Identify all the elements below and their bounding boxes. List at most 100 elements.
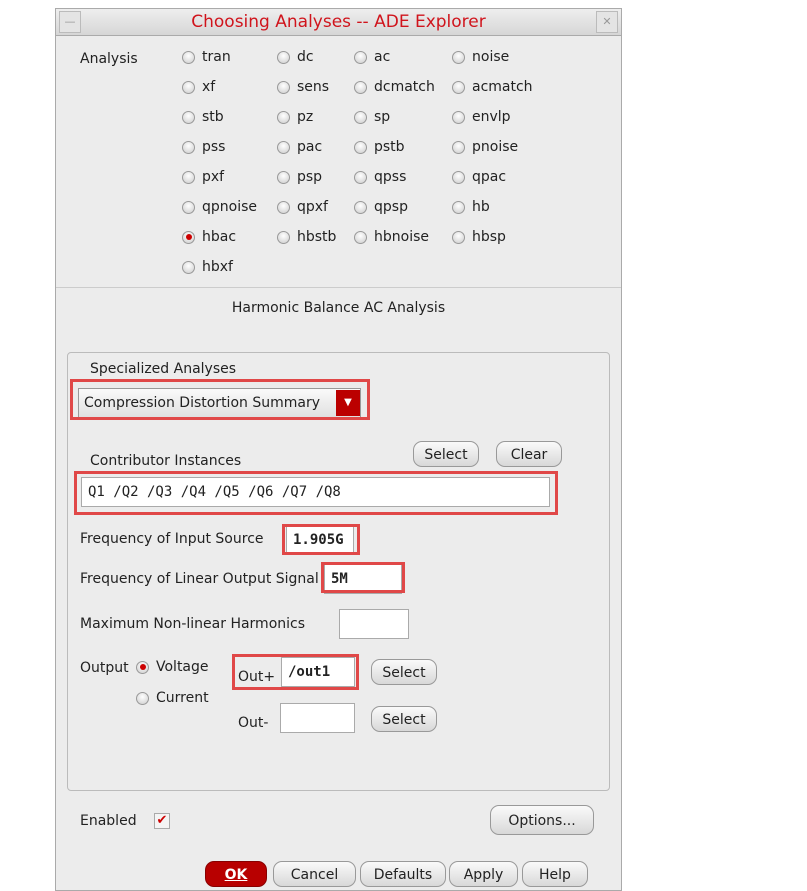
radio-icon — [277, 140, 290, 154]
radio-label: Current — [156, 690, 209, 706]
radio-label: pac — [297, 139, 323, 155]
radio-label: hbac — [202, 229, 237, 245]
radio-label: dc — [297, 49, 314, 65]
analysis-radio-pac[interactable]: pac — [277, 139, 322, 155]
radio-icon — [182, 50, 195, 64]
radio-icon — [182, 230, 195, 244]
analysis-radio-sp[interactable]: sp — [354, 109, 390, 125]
analysis-radio-pz[interactable]: pz — [277, 109, 313, 125]
close-icon[interactable]: ✕ — [596, 11, 618, 33]
output-label: Output — [80, 660, 129, 676]
analysis-radio-psp[interactable]: psp — [277, 169, 322, 185]
radio-label: sp — [374, 109, 391, 125]
radio-label: hb — [472, 199, 490, 215]
analysis-radio-noise[interactable]: noise — [452, 49, 509, 65]
radio-label: qpss — [374, 169, 407, 185]
analysis-radio-hbxf[interactable]: hbxf — [182, 259, 233, 275]
radio-label: hbsp — [472, 229, 506, 245]
radio-label: hbxf — [202, 259, 233, 275]
analysis-radio-xf[interactable]: xf — [182, 79, 215, 95]
options-button[interactable]: Options... — [490, 805, 594, 835]
radio-label: pz — [297, 109, 314, 125]
analysis-radio-qpxf[interactable]: qpxf — [277, 199, 328, 215]
analysis-radio-envlp[interactable]: envlp — [452, 109, 511, 125]
radio-icon — [136, 660, 149, 674]
help-button[interactable]: Help — [522, 861, 588, 887]
analysis-radio-sens[interactable]: sens — [277, 79, 329, 95]
radio-icon — [354, 50, 367, 64]
analysis-radio-hbsp[interactable]: hbsp — [452, 229, 506, 245]
analysis-radio-pss[interactable]: pss — [182, 139, 225, 155]
analysis-radio-tran[interactable]: tran — [182, 49, 231, 65]
radio-icon — [277, 170, 290, 184]
out-plus-select-button[interactable]: Select — [371, 659, 437, 685]
radio-label: Voltage — [156, 659, 209, 675]
analysis-radio-ac[interactable]: ac — [354, 49, 390, 65]
radio-icon — [277, 110, 290, 124]
radio-label: envlp — [472, 109, 511, 125]
radio-icon — [277, 50, 290, 64]
analysis-radio-qpsp[interactable]: qpsp — [354, 199, 408, 215]
radio-label: qpxf — [297, 199, 328, 215]
radio-icon — [452, 80, 465, 94]
analysis-label: Analysis — [80, 51, 138, 67]
apply-button[interactable]: Apply — [449, 861, 518, 887]
title-bar: — Choosing Analyses -- ADE Explorer ✕ — [56, 9, 621, 36]
freq-linear-label: Frequency of Linear Output Signal — [80, 571, 319, 587]
output-voltage-radio[interactable]: Voltage — [136, 659, 209, 675]
section-title: Harmonic Balance AC Analysis — [231, 300, 446, 316]
analysis-radio-qpss[interactable]: qpss — [354, 169, 406, 185]
out-minus-select-button[interactable]: Select — [371, 706, 437, 732]
highlight-box — [70, 379, 370, 420]
analysis-radio-pstb[interactable]: pstb — [354, 139, 405, 155]
analysis-radio-hb[interactable]: hb — [452, 199, 490, 215]
cancel-button[interactable]: Cancel — [273, 861, 356, 887]
max-harmonics-field[interactable] — [339, 609, 409, 639]
radio-icon — [354, 230, 367, 244]
radio-label: pss — [202, 139, 226, 155]
max-harmonics-label: Maximum Non-linear Harmonics — [80, 616, 306, 632]
radio-icon — [277, 80, 290, 94]
radio-label: sens — [297, 79, 330, 95]
radio-icon — [452, 140, 465, 154]
radio-icon — [277, 200, 290, 214]
output-current-radio[interactable]: Current — [136, 690, 209, 706]
radio-icon — [136, 691, 149, 705]
analysis-radio-hbnoise[interactable]: hbnoise — [354, 229, 429, 245]
out-minus-field[interactable] — [280, 703, 355, 733]
highlight-box — [232, 654, 359, 690]
radio-label: xf — [202, 79, 216, 95]
contributors-clear-button[interactable]: Clear — [496, 441, 562, 467]
analysis-radio-pnoise[interactable]: pnoise — [452, 139, 518, 155]
contributors-select-button[interactable]: Select — [413, 441, 479, 467]
analysis-radio-hbac[interactable]: hbac — [182, 229, 236, 245]
highlight-box — [282, 524, 360, 555]
radio-icon — [354, 200, 367, 214]
radio-label: ac — [374, 49, 391, 65]
radio-icon — [452, 200, 465, 214]
out-minus-label: Out- — [238, 715, 269, 731]
analysis-radio-dcmatch[interactable]: dcmatch — [354, 79, 435, 95]
analysis-radio-qpnoise[interactable]: qpnoise — [182, 199, 257, 215]
radio-label: stb — [202, 109, 224, 125]
analysis-radio-dc[interactable]: dc — [277, 49, 314, 65]
ok-button[interactable]: OK — [205, 861, 267, 887]
window-title: Choosing Analyses -- ADE Explorer — [191, 12, 486, 32]
radio-icon — [182, 80, 195, 94]
analysis-radio-hbstb[interactable]: hbstb — [277, 229, 336, 245]
radio-label: tran — [202, 49, 231, 65]
enabled-checkbox[interactable]: ✔ — [154, 813, 170, 829]
contributors-label: Contributor Instances — [90, 453, 242, 469]
radio-icon — [182, 170, 195, 184]
analysis-radio-stb[interactable]: stb — [182, 109, 224, 125]
radio-label: pxf — [202, 169, 225, 185]
analysis-radio-pxf[interactable]: pxf — [182, 169, 224, 185]
analysis-radio-acmatch[interactable]: acmatch — [452, 79, 533, 95]
radio-icon — [182, 110, 195, 124]
radio-label: pstb — [374, 139, 405, 155]
defaults-button[interactable]: Defaults — [360, 861, 446, 887]
radio-label: qpsp — [374, 199, 408, 215]
radio-label: hbnoise — [374, 229, 429, 245]
analysis-radio-qpac[interactable]: qpac — [452, 169, 506, 185]
radio-icon — [452, 110, 465, 124]
